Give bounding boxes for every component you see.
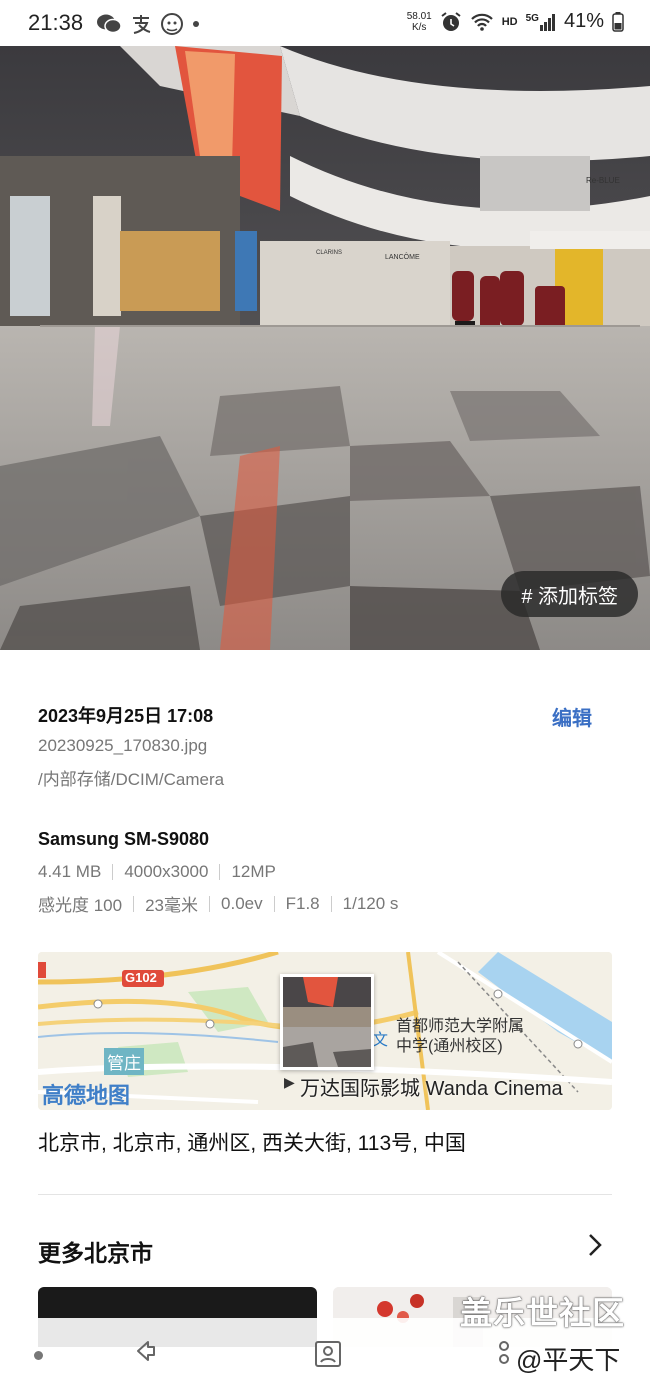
camera-specs-row: 感光度 100 23毫米 0.0ev F1.8 1/120 s: [38, 891, 398, 916]
resolution: 4000x3000: [124, 862, 209, 881]
battery-percent: 41%: [563, 10, 604, 32]
nav-dot-icon: [34, 1351, 43, 1360]
signal-icon: 5G: [526, 13, 556, 31]
map-poi-school: 首都师范大学附属 中学(通州校区): [396, 1018, 525, 1055]
chevron-right-icon[interactable]: [586, 1232, 604, 1265]
divider: [133, 895, 135, 912]
more-location-title[interactable]: 更多北京市: [38, 1234, 153, 1268]
device-model: Samsung SM-S9080: [38, 829, 210, 849]
net-speed: 58.01 K/s: [407, 11, 432, 33]
cinema-poi-icon: ▶: [284, 1074, 295, 1090]
shutter-speed: 1/120 s: [342, 893, 399, 913]
notification-icons: [96, 12, 200, 36]
focal-length: 23毫米: [145, 896, 199, 915]
wifi-icon: [470, 13, 493, 31]
divider: [273, 895, 275, 912]
avatar-notification-icon: [161, 13, 183, 35]
school-poi-icon: 文: [372, 1032, 389, 1049]
alipay-icon: [133, 15, 151, 34]
file-path: /内部存储/DCIM/Camera: [38, 770, 225, 789]
home-icon[interactable]: [314, 1340, 342, 1368]
section-divider: [38, 1194, 612, 1195]
divider: [330, 895, 332, 912]
map-provider-logo: 高德地图: [42, 1083, 131, 1108]
photo-preview[interactable]: Re-BLUE LANCÔME CLARINS: [0, 46, 650, 650]
sign-lancome: LANCÔME: [385, 252, 420, 261]
exposure-compensation: 0.0ev: [221, 893, 263, 913]
location-address: 北京市, 北京市, 通州区, 西关大街, 113号, 中国: [38, 1132, 466, 1155]
more-notifications-icon: [193, 21, 199, 27]
status-right: 58.01 K/s HD 5G 41%: [407, 10, 624, 33]
capture-datetime: 2023年9月25日 17:08: [38, 706, 214, 726]
divider: [209, 895, 211, 912]
megapixels: 12MP: [231, 862, 276, 881]
aperture: F1.8: [285, 893, 320, 913]
watermark-community: 盖乐世社区: [460, 1295, 626, 1331]
signal-label: 5G: [525, 12, 539, 24]
edit-button[interactable]: 编辑: [552, 702, 592, 731]
sign-clarins: CLARINS: [316, 250, 342, 256]
net-speed-unit: K/s: [411, 21, 427, 33]
map-photo-pin: [280, 974, 374, 1070]
battery-icon: [612, 11, 624, 32]
map-poi-cinema: 万达国际影城 Wanda Cinema: [300, 1078, 563, 1100]
file-specs-row: 4.41 MB 4000x3000 12MP: [38, 862, 276, 882]
add-tag-button[interactable]: # 添加标签: [501, 571, 638, 617]
photo-image: Re-BLUE LANCÔME CLARINS: [0, 46, 650, 650]
wechat-icon: [97, 14, 122, 34]
location-map[interactable]: G102 管庄 高德地图 文 首都师范大学附属 中学(通州校区) 万达国际影城 …: [38, 952, 612, 1110]
divider: [219, 864, 221, 880]
map-road-label: G102: [125, 970, 157, 985]
divider: [112, 864, 114, 880]
sign-re-blue: Re-BLUE: [586, 176, 620, 185]
file-size: 4.41 MB: [38, 862, 102, 881]
status-bar: 21:38 58.01 K/s HD 5G 41%: [0, 0, 650, 46]
status-time: 21:38: [28, 10, 84, 35]
alarm-icon: [441, 11, 461, 31]
map-area-label: 管庄: [104, 1048, 144, 1075]
net-speed-value: 58.01: [406, 10, 432, 22]
watermark-author: @平天下: [516, 1345, 621, 1375]
file-name: 20230925_170830.jpg: [38, 736, 208, 755]
back-icon[interactable]: [132, 1338, 158, 1371]
hd-label: HD: [501, 15, 518, 28]
iso: 感光度 100: [38, 896, 123, 915]
